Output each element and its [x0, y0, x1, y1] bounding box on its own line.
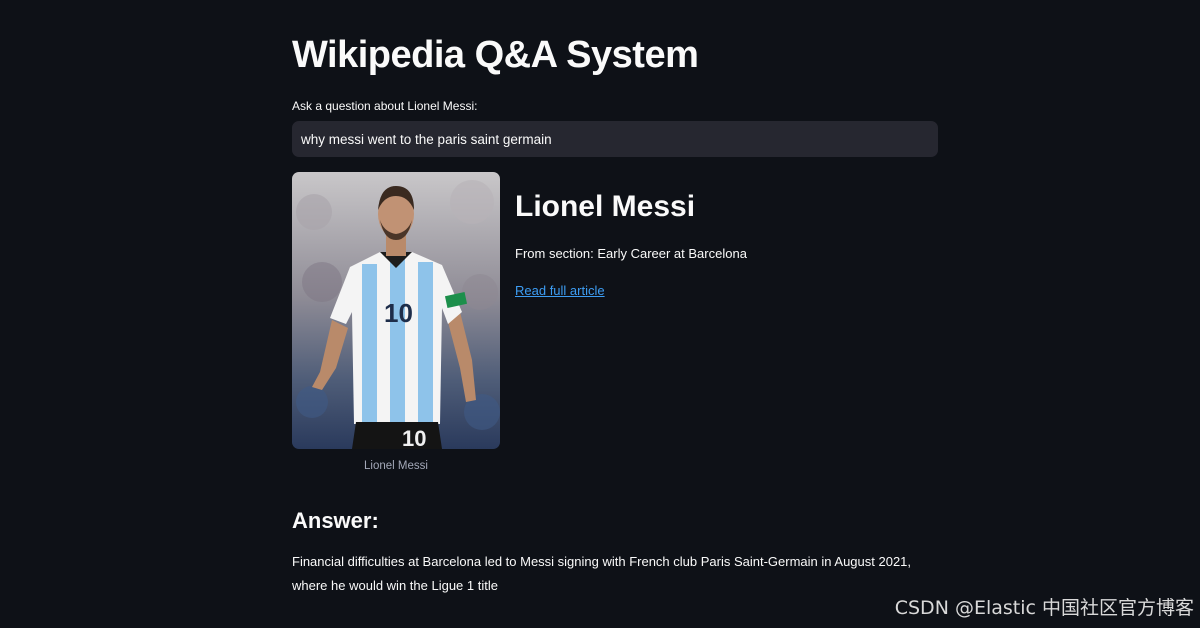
answer-heading: Answer: — [292, 508, 379, 533]
watermark: CSDN @Elastic 中国社区官方博客 — [894, 597, 1194, 619]
svg-text:10: 10 — [402, 426, 426, 449]
read-full-article-link[interactable]: Read full article — [515, 283, 605, 299]
page-title: Wikipedia Q&A System — [292, 34, 699, 76]
answer-text: Financial difficulties at Barcelona led … — [292, 554, 912, 593]
svg-text:10: 10 — [384, 298, 413, 328]
question-input[interactable] — [292, 121, 938, 157]
article-section: From section: Early Career at Barcelona — [515, 246, 747, 261]
question-label: Ask a question about Lionel Messi: — [292, 99, 478, 113]
article-info: Lionel Messi From section: Early Career … — [515, 187, 935, 300]
article-title: Lionel Messi — [515, 190, 696, 223]
player-photo: 10 10 — [292, 172, 500, 449]
article-image-card: 10 10 Lionel Messi — [292, 172, 500, 473]
image-caption: Lionel Messi — [364, 460, 428, 472]
